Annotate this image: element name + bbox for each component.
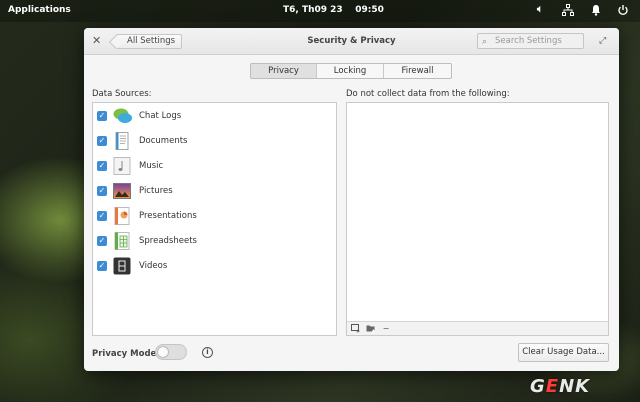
data-sources-heading: Data Sources: — [92, 89, 152, 99]
item-label: Videos — [139, 261, 168, 271]
pictures-icon — [113, 182, 131, 200]
notifications-icon[interactable] — [590, 4, 602, 16]
search-input[interactable]: ⌕ Search Settings — [477, 33, 584, 49]
data-sources-list: ✓ Chat Logs ✓ Documents ✓ Music ✓ Pictur… — [92, 102, 337, 336]
tab-firewall[interactable]: Firewall — [384, 64, 451, 78]
item-label: Spreadsheets — [139, 236, 197, 246]
volume-icon[interactable]: 🔈︎ — [534, 4, 546, 16]
top-panel: Applications T6, Th09 23 09:50 🔈︎ — [0, 0, 640, 22]
chat-logs-icon — [113, 107, 132, 125]
settings-window: ✕ All Settings Security & Privacy ⌕ Sear… — [84, 28, 619, 371]
privacy-mode-toggle[interactable] — [155, 344, 187, 360]
presentations-icon — [113, 207, 131, 225]
checkbox[interactable]: ✓ — [97, 211, 107, 221]
exclusions-list[interactable]: − — [346, 102, 609, 336]
item-label: Presentations — [139, 211, 197, 221]
search-icon: ⌕ — [482, 37, 488, 47]
clear-usage-data-button[interactable]: Clear Usage Data... — [518, 343, 609, 362]
spreadsheets-icon — [113, 232, 131, 250]
toggle-knob — [157, 346, 169, 358]
remove-icon[interactable]: − — [381, 324, 391, 333]
search-placeholder: Search Settings — [495, 36, 562, 46]
tab-privacy[interactable]: Privacy — [251, 64, 317, 78]
date-time[interactable]: T6, Th09 23 09:50 — [283, 5, 384, 15]
list-item[interactable]: ✓ Spreadsheets — [97, 232, 197, 250]
list-item[interactable]: ✓ Chat Logs — [97, 107, 181, 125]
list-item[interactable]: ✓ Documents — [97, 132, 187, 150]
checkbox[interactable]: ✓ — [97, 111, 107, 121]
checkbox[interactable]: ✓ — [97, 161, 107, 171]
checkbox[interactable]: ✓ — [97, 186, 107, 196]
checkbox[interactable]: ✓ — [97, 236, 107, 246]
list-item[interactable]: ✓ Pictures — [97, 182, 173, 200]
privacy-mode-label: Privacy Mode: — [92, 349, 160, 359]
network-icon[interactable] — [562, 4, 574, 16]
item-label: Chat Logs — [139, 111, 182, 121]
exclusions-heading: Do not collect data from the following: — [346, 89, 510, 99]
add-application-icon[interactable] — [351, 324, 361, 333]
watermark-logo: GENK — [530, 376, 591, 397]
checkbox[interactable]: ✓ — [97, 136, 107, 146]
list-item[interactable]: ✓ Presentations — [97, 207, 197, 225]
info-icon[interactable]: i — [202, 347, 213, 358]
item-label: Pictures — [139, 186, 173, 196]
item-label: Music — [139, 161, 164, 171]
tab-locking[interactable]: Locking — [317, 64, 384, 78]
list-item[interactable]: ✓ Videos — [97, 257, 167, 275]
applications-menu[interactable]: Applications — [8, 5, 71, 15]
videos-icon — [113, 257, 131, 275]
titlebar: ✕ All Settings Security & Privacy ⌕ Sear… — [84, 28, 619, 55]
power-icon[interactable] — [617, 4, 629, 16]
item-label: Documents — [139, 136, 188, 146]
exclusions-toolbar: − — [347, 321, 608, 335]
music-icon — [113, 157, 131, 175]
documents-icon — [113, 132, 131, 150]
maximize-icon[interactable]: ⤢ — [599, 36, 606, 46]
tab-bar: Privacy Locking Firewall — [250, 63, 452, 79]
list-item[interactable]: ✓ Music — [97, 157, 163, 175]
checkbox[interactable]: ✓ — [97, 261, 107, 271]
add-folder-icon[interactable] — [366, 324, 376, 333]
